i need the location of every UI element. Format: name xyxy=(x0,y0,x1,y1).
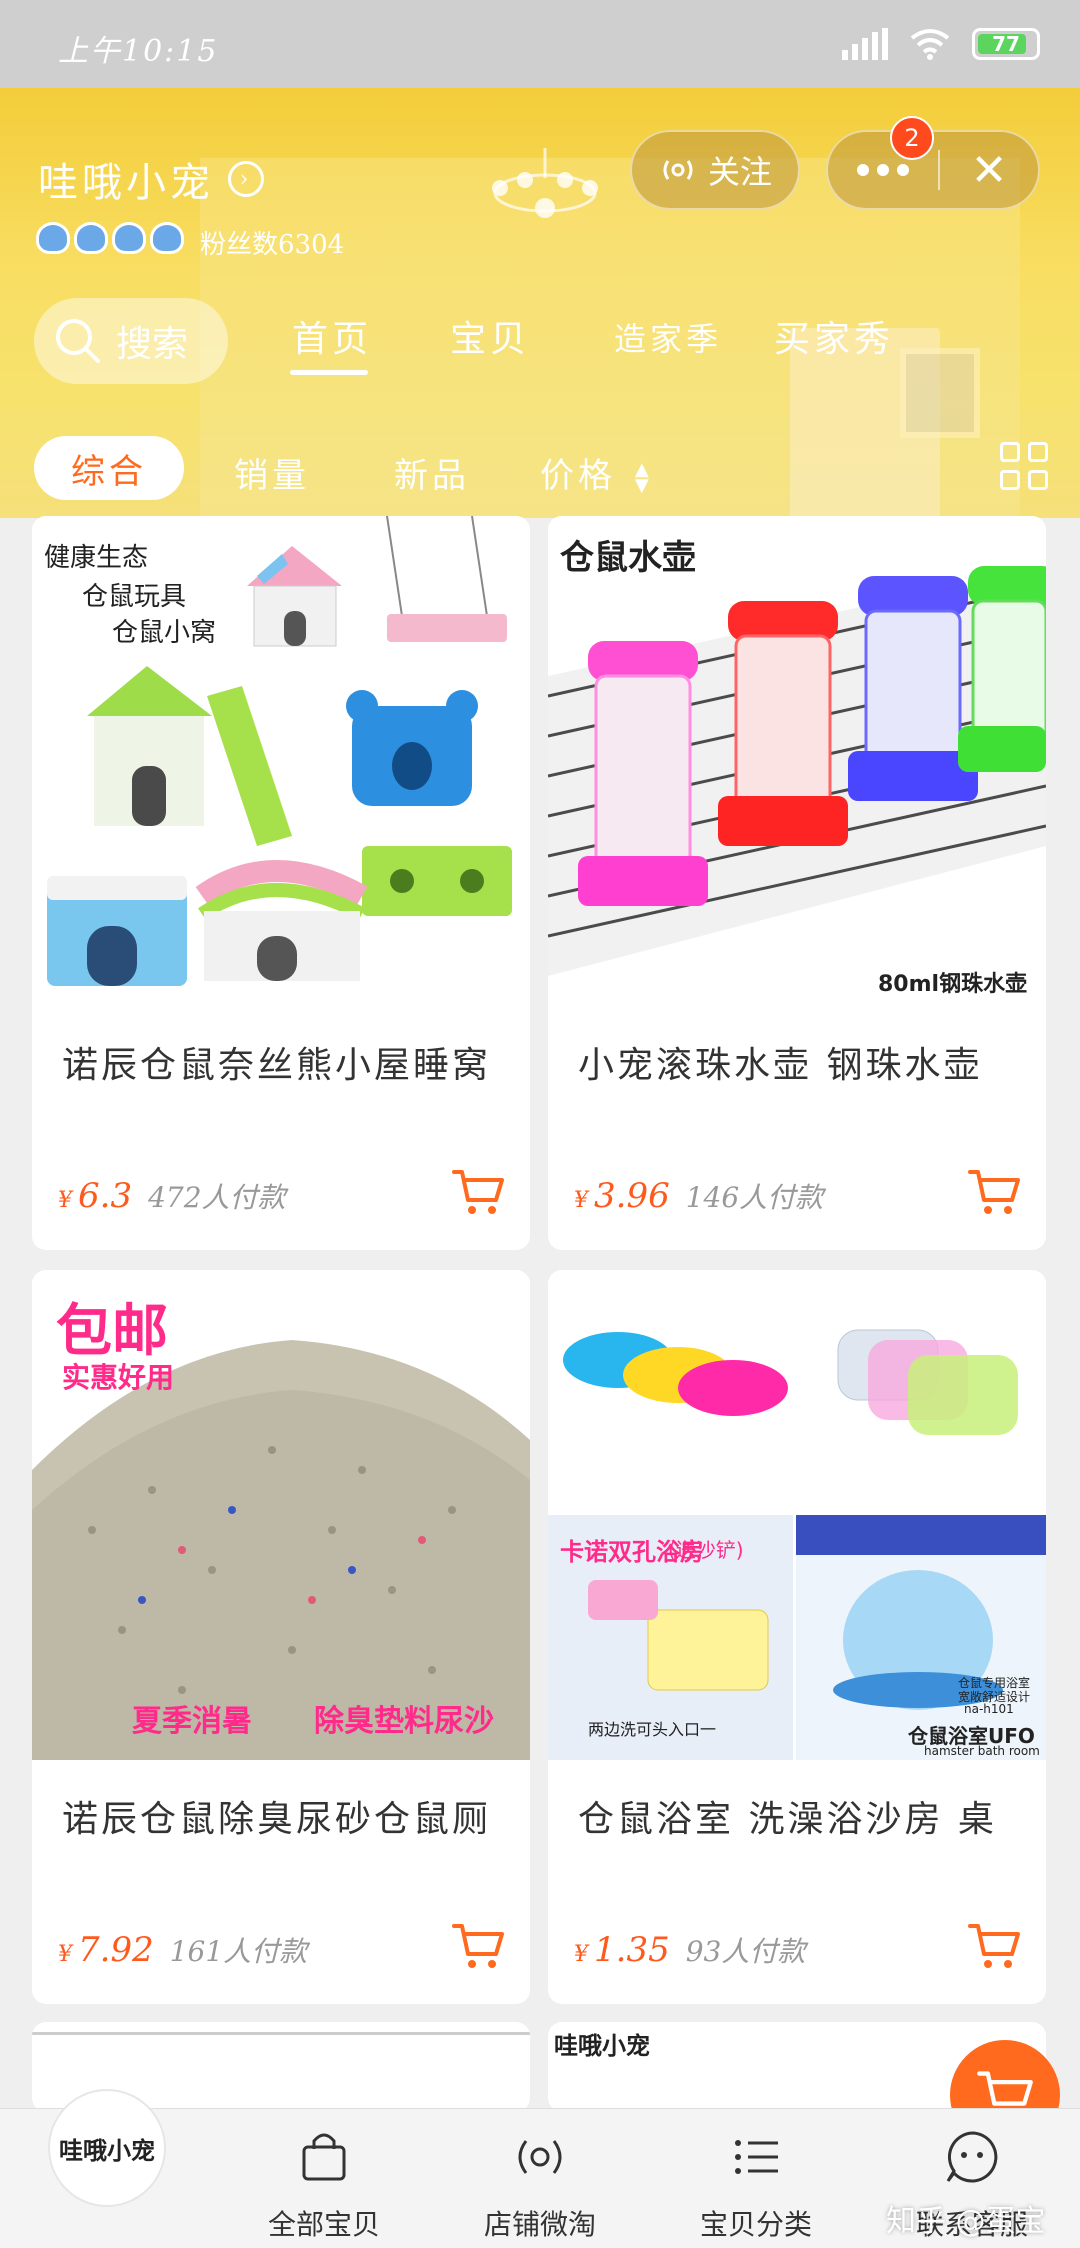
add-to-cart-icon[interactable] xyxy=(966,1164,1022,1220)
shop-header: 哇哦小宠 › 粉丝数6304 关注 ✕ 2 搜索 首页 宝贝 造家季 买家秀 综… xyxy=(0,88,1080,518)
image-caption-line: 除臭垫料尿沙 xyxy=(314,1704,494,1739)
product-image: 包邮 实惠好用 夏季消暑 除臭垫料尿沙 xyxy=(32,1270,530,1760)
grid-layout-icon[interactable] xyxy=(1000,442,1048,490)
add-to-cart-icon[interactable] xyxy=(450,1164,506,1220)
battery-icon: 77 xyxy=(972,28,1040,60)
card-image-top-line xyxy=(32,2032,530,2035)
battery-level: 77 xyxy=(992,32,1020,56)
tab-home[interactable]: 首页 xyxy=(292,310,372,362)
image-caption-line: 包邮 xyxy=(56,1299,168,1364)
notification-badge: 2 xyxy=(890,116,934,160)
toy-houses-illustration xyxy=(47,516,512,986)
nav-all-items[interactable]: 全部宝贝 xyxy=(224,2127,424,2243)
nav-label: 店铺微淘 xyxy=(483,2208,596,2241)
chevron-right-icon: › xyxy=(228,161,264,197)
price-currency: ¥ xyxy=(58,1942,72,1967)
shopping-bag-icon xyxy=(302,2133,346,2181)
product-card[interactable]: 包邮 实惠好用 夏季消暑 除臭垫料尿沙 诺辰仓鼠除臭尿砂仓鼠厕 ¥ 7.92 1… xyxy=(32,1270,530,2004)
sort-arrows-icon: ▲ ▼ xyxy=(634,459,653,496)
signal-icon xyxy=(842,28,888,60)
water-bottles-illustration xyxy=(548,566,1046,976)
tab-season[interactable]: 造家季 xyxy=(614,314,722,360)
close-icon: ✕ xyxy=(970,144,1008,196)
shop-name-text: 哇哦小宠 xyxy=(38,160,214,206)
image-caption-line: 两边洗可头入口一 xyxy=(588,1720,717,1739)
sort-price-label: 价格 xyxy=(540,456,616,496)
product-title: 诺辰仓鼠除臭尿砂仓鼠厕 xyxy=(62,1799,492,1840)
image-caption-line: 实惠好用 xyxy=(62,1361,175,1394)
search-icon xyxy=(56,319,100,363)
price-currency: ¥ xyxy=(574,1188,588,1213)
broadcast-icon xyxy=(663,160,693,180)
product-card[interactable]: 健康生态 仓鼠玩具 仓鼠小窝 诺辰仓鼠奈丝熊小屋睡窝 ¥ 6.3 472人付款 xyxy=(32,516,530,1250)
product-title: 诺辰仓鼠奈丝熊小屋睡窝 xyxy=(62,1045,492,1086)
price-value: 3.96 xyxy=(594,1176,670,1216)
image-caption-line: (送沙铲) xyxy=(668,1538,744,1562)
pay-count: 146人付款 xyxy=(685,1181,824,1214)
fans-count: 粉丝数6304 xyxy=(200,230,345,260)
sort-sales[interactable]: 销量 xyxy=(234,448,310,497)
sort-bar: 综合 销量 新品 价格 ▲ ▼ xyxy=(0,428,1080,508)
crown-icon xyxy=(150,222,184,254)
crown-icon xyxy=(36,222,70,254)
crown-icon xyxy=(74,222,108,254)
shop-rating-crowns xyxy=(36,222,184,254)
follow-button[interactable]: 关注 xyxy=(630,130,800,210)
price-row: ¥ 3.96 146人付款 xyxy=(574,1176,823,1216)
pay-count: 93人付款 xyxy=(685,1935,806,1968)
shop-logo[interactable]: 哇哦小宠 xyxy=(48,2089,166,2207)
search-button[interactable]: 搜索 xyxy=(34,298,228,384)
search-label: 搜索 xyxy=(116,324,189,365)
price-row: ¥ 1.35 93人付款 xyxy=(574,1930,805,1970)
sort-comprehensive[interactable]: 综合 xyxy=(34,436,184,500)
follow-label: 关注 xyxy=(707,153,772,191)
price-value: 7.92 xyxy=(78,1930,154,1970)
list-icon xyxy=(735,2140,778,2174)
tab-buyer-show[interactable]: 买家秀 xyxy=(774,310,894,362)
broadcast-icon xyxy=(518,2140,562,2174)
add-to-cart-icon[interactable] xyxy=(450,1918,506,1974)
image-caption-line: na-h101 xyxy=(964,1702,1014,1716)
pay-count: 472人付款 xyxy=(148,1181,286,1214)
status-icons: 77 xyxy=(842,28,1040,60)
wifi-icon xyxy=(910,29,950,60)
product-image: 健康生态 仓鼠玩具 仓鼠小窝 xyxy=(32,516,530,1006)
background-picture xyxy=(900,348,980,438)
price-currency: ¥ xyxy=(58,1188,72,1213)
product-image: 卡诺双孔浴房 (送沙铲) 两边洗可头入口一 仓鼠浴室UFO hamster ba… xyxy=(548,1270,1046,1760)
add-to-cart-icon[interactable] xyxy=(966,1918,1022,1974)
nav-label: 宝贝分类 xyxy=(699,2208,812,2241)
sort-price[interactable]: 价格 ▲ ▼ xyxy=(540,448,653,497)
product-title: 小宠滚珠水壶 钢珠水壶 xyxy=(578,1045,983,1086)
chandelier-decoration xyxy=(492,148,598,218)
price-value: 6.3 xyxy=(78,1176,133,1216)
pay-count: 161人付款 xyxy=(169,1935,308,1968)
tab-active-indicator xyxy=(290,370,368,375)
product-card[interactable]: 卡诺双孔浴房 (送沙铲) 两边洗可头入口一 仓鼠浴室UFO hamster ba… xyxy=(548,1270,1046,2004)
crown-icon xyxy=(112,222,146,254)
chat-bubble-icon xyxy=(946,2131,998,2183)
price-row: ¥ 6.3 472人付款 xyxy=(58,1176,286,1216)
shop-name[interactable]: 哇哦小宠 › xyxy=(38,150,264,208)
product-card[interactable]: 仓鼠水壶 80ml钢珠水壶 小宠滚珠水壶 钢珠水壶 ¥ 3.96 146人付款 xyxy=(548,516,1046,1250)
status-bar: 上午10:15 77 xyxy=(0,0,1080,88)
product-title: 仓鼠浴室 洗澡浴沙房 桌 xyxy=(578,1799,997,1840)
image-caption-line: 80ml钢珠水壶 xyxy=(878,972,1028,997)
image-caption-line: hamster bath room xyxy=(924,1744,1040,1758)
nav-label: 全部宝贝 xyxy=(267,2208,380,2241)
price-row: ¥ 7.92 161人付款 xyxy=(58,1930,307,1970)
nav-categories[interactable]: 宝贝分类 xyxy=(656,2127,856,2243)
product-image: 仓鼠水壶 80ml钢珠水壶 xyxy=(548,516,1046,1006)
close-button[interactable]: ✕ xyxy=(940,145,1038,196)
tab-items[interactable]: 宝贝 xyxy=(450,310,530,362)
price-currency: ¥ xyxy=(574,1942,588,1967)
sort-new[interactable]: 新品 xyxy=(394,448,470,497)
nav-shop-feed[interactable]: 店铺微淘 xyxy=(440,2127,640,2243)
image-caption-line: 哇哦小宠 xyxy=(554,2032,650,2060)
price-value: 1.35 xyxy=(594,1930,670,1970)
image-caption-line: 夏季消暑 xyxy=(132,1704,252,1739)
status-time: 上午10:15 xyxy=(58,34,219,69)
watermark: 知乎 @蛋宝 xyxy=(886,2204,1046,2239)
